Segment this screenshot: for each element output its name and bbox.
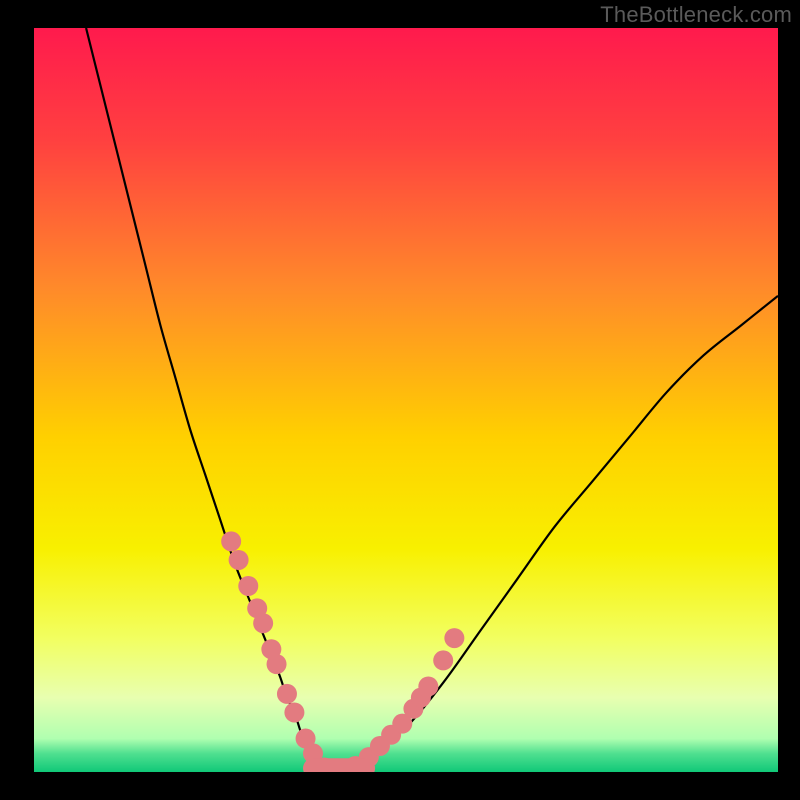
highlight-dot [221,531,241,551]
highlight-dot [229,550,249,570]
highlight-dot [253,613,273,633]
highlight-dot [418,676,438,696]
highlight-dot [433,650,453,670]
highlight-dot [444,628,464,648]
chart-svg [34,28,778,772]
chart-outer-frame: TheBottleneck.com [0,0,800,800]
highlight-dot [267,654,287,674]
highlight-dot [284,702,304,722]
highlight-dot [238,576,258,596]
plot-area [34,28,778,772]
watermark-text: TheBottleneck.com [600,2,792,28]
highlight-dot [277,684,297,704]
